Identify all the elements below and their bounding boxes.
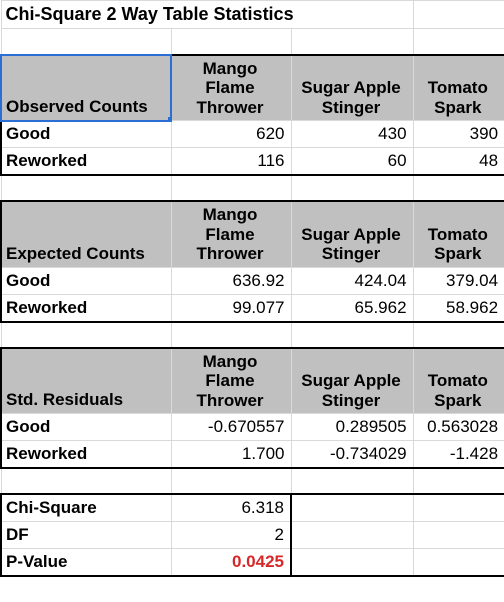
- data-cell[interactable]: 636.92: [171, 267, 291, 294]
- data-cell[interactable]: 58.962: [413, 294, 504, 322]
- row-label[interactable]: Reworked: [1, 294, 171, 322]
- expected-label-cell[interactable]: Expected Counts: [1, 201, 171, 267]
- data-cell[interactable]: 390: [413, 121, 504, 148]
- summary-row: DF 2: [1, 522, 504, 549]
- data-cell[interactable]: 48: [413, 148, 504, 176]
- spreadsheet: Chi-Square 2 Way Table Statistics Observ…: [0, 0, 504, 577]
- data-cell[interactable]: -0.670557: [171, 414, 291, 441]
- expected-header-row: Expected Counts MangoFlameThrower Sugar …: [1, 201, 504, 267]
- title-row: Chi-Square 2 Way Table Statistics: [1, 1, 504, 29]
- empty-cell: [291, 494, 413, 522]
- row-label[interactable]: Reworked: [1, 148, 171, 176]
- table-row: Good 620 430 390: [1, 121, 504, 148]
- table-row: Good -0.670557 0.289505 0.563028: [1, 414, 504, 441]
- col-header-3[interactable]: TomatoSpark: [413, 55, 504, 121]
- data-cell[interactable]: -0.734029: [291, 441, 413, 469]
- row-label[interactable]: Good: [1, 267, 171, 294]
- data-cell[interactable]: 0.289505: [291, 414, 413, 441]
- data-cell[interactable]: 379.04: [413, 267, 504, 294]
- residuals-label-cell[interactable]: Std. Residuals: [1, 348, 171, 414]
- empty-cell: [413, 549, 504, 577]
- data-cell[interactable]: 65.962: [291, 294, 413, 322]
- data-cell[interactable]: 99.077: [171, 294, 291, 322]
- col-header-1[interactable]: MangoFlameThrower: [171, 55, 291, 121]
- observed-header-row: Observed Counts MangoFlameThrower Sugar …: [1, 55, 504, 121]
- data-cell[interactable]: 116: [171, 148, 291, 176]
- summary-row: P-Value 0.0425: [1, 549, 504, 577]
- observed-label: Observed Counts: [6, 97, 148, 116]
- data-cell[interactable]: 430: [291, 121, 413, 148]
- col-header-2[interactable]: Sugar AppleStinger: [291, 55, 413, 121]
- observed-label-cell[interactable]: Observed Counts: [1, 55, 171, 121]
- table-row: Reworked 99.077 65.962 58.962: [1, 294, 504, 322]
- p-value-label[interactable]: P-Value: [1, 549, 171, 577]
- data-cell[interactable]: 60: [291, 148, 413, 176]
- df-value[interactable]: 2: [171, 522, 291, 549]
- df-label[interactable]: DF: [1, 522, 171, 549]
- col-header-1[interactable]: MangoFlameThrower: [171, 348, 291, 414]
- chi-square-value[interactable]: 6.318: [171, 494, 291, 522]
- empty-cell: [413, 1, 504, 29]
- col-header-3[interactable]: TomatoSpark: [413, 201, 504, 267]
- data-cell[interactable]: 0.563028: [413, 414, 504, 441]
- empty-cell: [291, 522, 413, 549]
- p-value[interactable]: 0.0425: [171, 549, 291, 577]
- spacer-row: [1, 468, 504, 494]
- row-label[interactable]: Good: [1, 121, 171, 148]
- col-header-2[interactable]: Sugar AppleStinger: [291, 348, 413, 414]
- page-title: Chi-Square 2 Way Table Statistics: [1, 1, 413, 29]
- table-row: Reworked 1.700 -0.734029 -1.428: [1, 441, 504, 469]
- row-label[interactable]: Reworked: [1, 441, 171, 469]
- empty-cell: [413, 494, 504, 522]
- table-row: Good 636.92 424.04 379.04: [1, 267, 504, 294]
- col-header-1[interactable]: MangoFlameThrower: [171, 201, 291, 267]
- empty-cell: [413, 522, 504, 549]
- data-cell[interactable]: 424.04: [291, 267, 413, 294]
- summary-row: Chi-Square 6.318: [1, 494, 504, 522]
- row-label[interactable]: Good: [1, 414, 171, 441]
- spacer-row: [1, 175, 504, 201]
- col-header-3[interactable]: TomatoSpark: [413, 348, 504, 414]
- col-header-2[interactable]: Sugar AppleStinger: [291, 201, 413, 267]
- table-row: Reworked 116 60 48: [1, 148, 504, 176]
- data-cell[interactable]: 620: [171, 121, 291, 148]
- residuals-header-row: Std. Residuals MangoFlameThrower Sugar A…: [1, 348, 504, 414]
- data-cell[interactable]: -1.428: [413, 441, 504, 469]
- data-cell[interactable]: 1.700: [171, 441, 291, 469]
- empty-cell: [291, 549, 413, 577]
- spacer-row: [1, 322, 504, 348]
- selection-handle-icon[interactable]: [168, 117, 172, 121]
- spacer-row: [1, 29, 504, 55]
- chi-square-label[interactable]: Chi-Square: [1, 494, 171, 522]
